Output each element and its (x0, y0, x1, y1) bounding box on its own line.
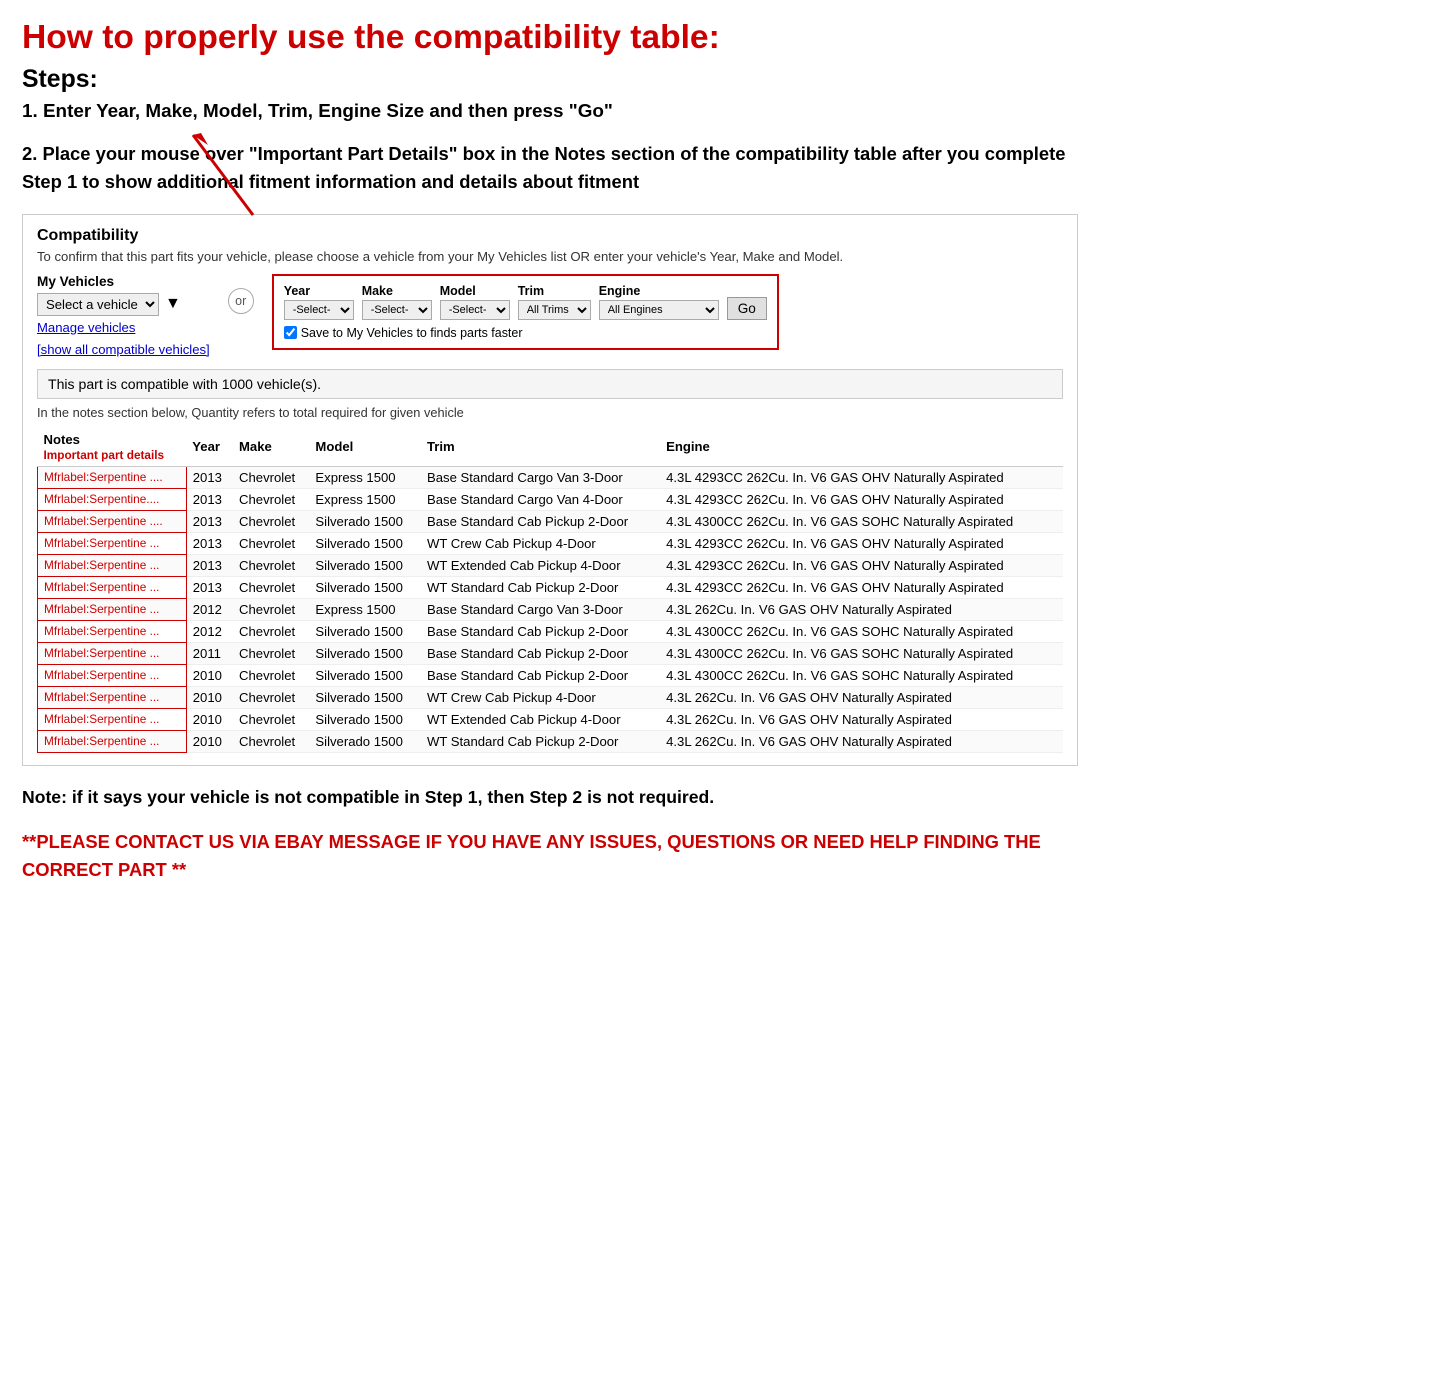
compat-note: In the notes section below, Quantity ref… (37, 405, 1063, 420)
table-row: Mfrlabel:Serpentine ....2013ChevroletSil… (38, 510, 1064, 532)
table-row: Mfrlabel:Serpentine ....2013ChevroletExp… (38, 466, 1064, 488)
trim-select[interactable]: All Trims (518, 300, 591, 320)
step1-text: 1. Enter Year, Make, Model, Trim, Engine… (22, 100, 1078, 122)
make-field: Make -Select- (362, 284, 432, 320)
year-field: Year -Select- (284, 284, 354, 320)
table-row: Mfrlabel:Serpentine ...2010ChevroletSilv… (38, 686, 1064, 708)
vehicle-select-dropdown[interactable]: Select a vehicle (37, 293, 159, 316)
table-row: Mfrlabel:Serpentine ...2012ChevroletExpr… (38, 598, 1064, 620)
engine-select[interactable]: All Engines (599, 300, 719, 320)
note-body: Note: if it says your vehicle is not com… (22, 784, 1078, 810)
table-row: Mfrlabel:Serpentine ...2013ChevroletSilv… (38, 532, 1064, 554)
year-label: Year (284, 284, 354, 298)
compat-info-bar: This part is compatible with 1000 vehicl… (37, 369, 1063, 399)
my-vehicles-label: My Vehicles (37, 274, 210, 289)
save-label: Save to My Vehicles to finds parts faste… (301, 326, 523, 340)
compatibility-box: Compatibility To confirm that this part … (22, 214, 1078, 766)
trim-label: Trim (518, 284, 591, 298)
table-row: Mfrlabel:Serpentine ...2010ChevroletSilv… (38, 664, 1064, 686)
dropdown-arrow-icon: ▼ (165, 295, 181, 313)
compat-top-row: My Vehicles Select a vehicle ▼ Manage ve… (37, 274, 1063, 359)
or-label: or (228, 288, 254, 314)
notes-header-main: Notes (44, 432, 80, 447)
step2-text: 2. Place your mouse over "Important Part… (22, 140, 1078, 195)
engine-label: Engine (599, 284, 719, 298)
trim-field: Trim All Trims (518, 284, 591, 320)
table-row: Mfrlabel:Serpentine ...2013ChevroletSilv… (38, 554, 1064, 576)
contact-note: **PLEASE CONTACT US VIA EBAY MESSAGE IF … (22, 828, 1078, 883)
compat-title: Compatibility (37, 227, 1063, 245)
table-row: Mfrlabel:Serpentine ...2010ChevroletSilv… (38, 708, 1064, 730)
col-engine: Engine (660, 428, 1063, 467)
make-select[interactable]: -Select- (362, 300, 432, 320)
save-row: Save to My Vehicles to finds parts faste… (284, 326, 767, 340)
table-row: Mfrlabel:Serpentine ...2012ChevroletSilv… (38, 620, 1064, 642)
table-row: Mfrlabel:Serpentine....2013ChevroletExpr… (38, 488, 1064, 510)
show-all-link[interactable]: [show all compatible vehicles] (37, 342, 210, 357)
go-button[interactable]: Go (727, 297, 767, 320)
col-make: Make (233, 428, 309, 467)
red-arrow-icon (183, 125, 273, 225)
col-model: Model (309, 428, 421, 467)
notes-header-sub: Important part details (44, 448, 165, 462)
table-row: Mfrlabel:Serpentine ...2010ChevroletSilv… (38, 730, 1064, 752)
engine-field: Engine All Engines (599, 284, 719, 320)
col-year: Year (186, 428, 233, 467)
year-select[interactable]: -Select- (284, 300, 354, 320)
compat-table: Notes Important part details Year Make M… (37, 428, 1063, 753)
manage-vehicles-link[interactable]: Manage vehicles (37, 320, 210, 335)
col-notes: Notes Important part details (38, 428, 187, 467)
table-row: Mfrlabel:Serpentine ...2011ChevroletSilv… (38, 642, 1064, 664)
col-trim: Trim (421, 428, 660, 467)
save-checkbox[interactable] (284, 326, 297, 339)
compat-subtitle: To confirm that this part fits your vehi… (37, 249, 1063, 264)
year-make-row: Year -Select- Make -Select- Model -Selec… (284, 284, 767, 320)
make-label: Make (362, 284, 432, 298)
table-row: Mfrlabel:Serpentine ...2013ChevroletSilv… (38, 576, 1064, 598)
vehicle-select-row: Select a vehicle ▼ (37, 293, 210, 316)
year-make-section: Year -Select- Make -Select- Model -Selec… (272, 274, 779, 350)
model-select[interactable]: -Select- (440, 300, 510, 320)
model-label: Model (440, 284, 510, 298)
model-field: Model -Select- (440, 284, 510, 320)
steps-heading: Steps: (22, 66, 1078, 94)
main-title: How to properly use the compatibility ta… (22, 18, 1078, 58)
my-vehicles-section: My Vehicles Select a vehicle ▼ Manage ve… (37, 274, 210, 359)
